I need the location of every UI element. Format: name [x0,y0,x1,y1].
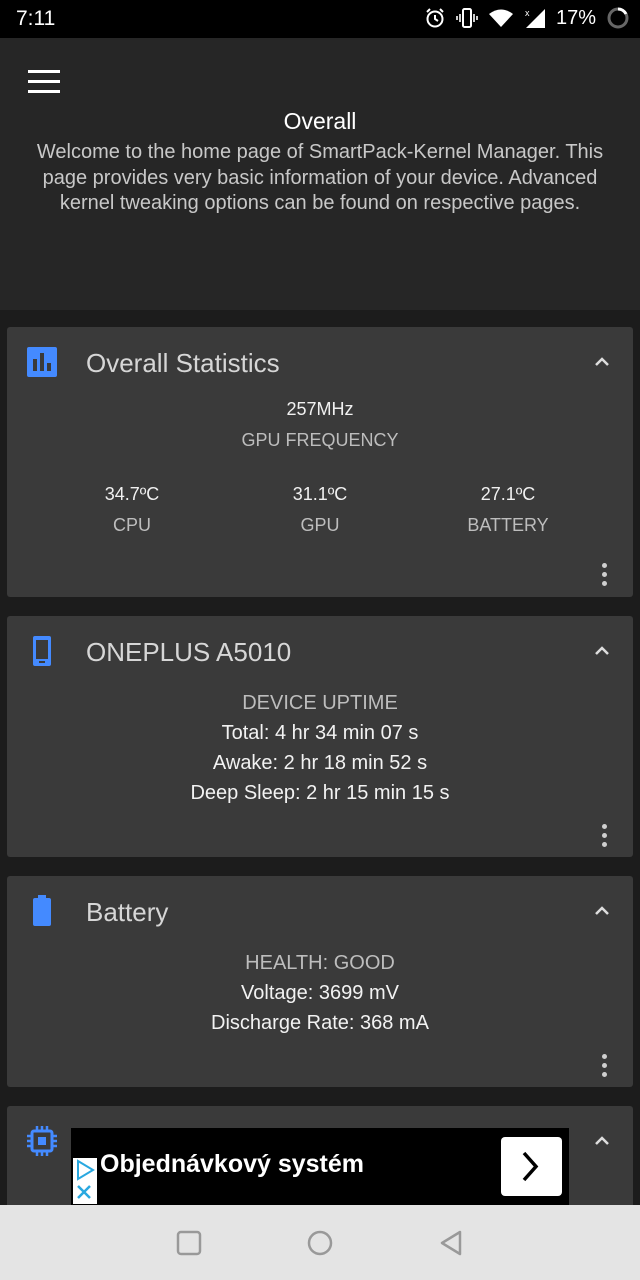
battery-percent: 17% [555,6,596,29]
chip-icon [27,1126,57,1156]
signal-icon: x [525,8,545,28]
phone-icon [33,636,51,666]
wifi-icon [488,9,513,27]
battery-info: HEALTH: GOOD Voltage: 3699 mV Discharge … [7,952,633,1035]
menu-icon[interactable] [28,70,60,94]
chevron-up-icon[interactable] [593,1132,611,1150]
svg-text:x: x [525,8,530,18]
temp-gpu: 31.1ºC GPU [230,484,410,536]
home-icon[interactable] [306,1229,334,1257]
gpu-frequency-label: GPU FREQUENCY [241,430,399,450]
uptime-total: Total: 4 hr 34 min 07 s [221,722,419,744]
uptime-deep-sleep: Deep Sleep: 2 hr 15 min 15 s [190,782,450,804]
status-time: 7:11 [16,7,56,30]
status-icons: x 17% [424,6,630,30]
navigation-bar [0,1205,640,1280]
page-header: Overall Welcome to the home page of Smar… [0,38,640,310]
temp-battery: 27.1ºC BATTERY [418,484,598,536]
ad-text[interactable]: Objednávkový systém [100,1150,364,1179]
card-title: Battery [86,897,169,927]
chevron-right-icon [522,1151,539,1182]
card-device: ONEPLUS A5010 DEVICE UPTIME Total: 4 hr … [7,616,633,857]
temp-value: 31.1ºC [292,484,348,504]
back-icon[interactable] [438,1229,466,1257]
battery-discharge-rate: Discharge Rate: 368 mA [211,1012,429,1034]
gpu-frequency: 257MHz GPU FREQUENCY [7,399,633,451]
card-overall-statistics: Overall Statistics 257MHz GPU FREQUENCY … [7,327,633,597]
temp-value: 27.1ºC [480,484,536,504]
card-battery: Battery HEALTH: GOOD Voltage: 3699 mV Di… [7,876,633,1087]
ad-choices-icon[interactable] [73,1158,97,1204]
battery-icon [33,895,51,926]
page-title: Overall [283,108,357,134]
battery-health: HEALTH: GOOD [245,952,395,974]
uptime-label: DEVICE UPTIME [242,692,398,714]
device-uptime: DEVICE UPTIME Total: 4 hr 34 min 07 s Aw… [7,692,633,805]
temp-value: 34.7ºC [104,484,160,504]
chevron-up-icon[interactable] [593,902,611,920]
temp-label: GPU [300,515,340,535]
temp-label: CPU [112,515,151,535]
more-vert-icon[interactable] [600,824,608,850]
chevron-up-icon[interactable] [593,642,611,660]
gpu-frequency-value: 257MHz [286,399,354,419]
temp-label: BATTERY [467,515,549,535]
alarm-icon [426,8,444,28]
ad-banner[interactable]: Objednávkový systém [71,1128,569,1205]
vibrate-icon [456,8,478,28]
battery-icon [607,7,629,29]
status-bar: 7:11 x 17% [0,0,640,38]
card-title: ONEPLUS A5010 [86,637,292,667]
card-title: Overall Statistics [86,348,280,378]
uptime-awake: Awake: 2 hr 18 min 52 s [212,752,428,774]
bar-chart-icon [27,347,57,377]
more-vert-icon[interactable] [600,563,608,589]
more-vert-icon[interactable] [600,1054,608,1080]
recents-icon[interactable] [175,1229,203,1257]
chevron-up-icon[interactable] [593,353,611,371]
temp-cpu: 34.7ºC CPU [42,484,222,536]
battery-voltage: Voltage: 3699 mV [241,982,399,1004]
page-description: Welcome to the home page of SmartPack-Ke… [36,141,604,214]
ad-arrow-button[interactable] [501,1137,562,1196]
